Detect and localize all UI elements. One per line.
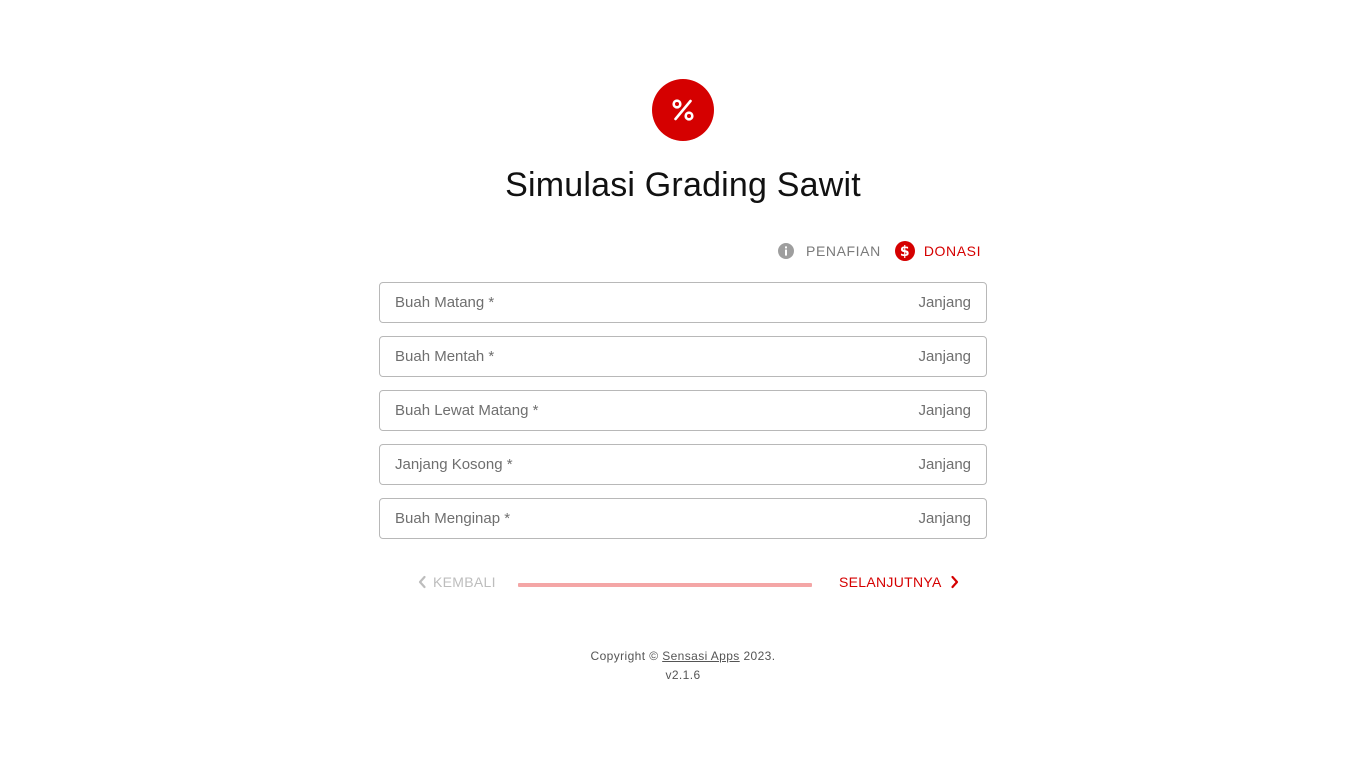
buah-mentah-field[interactable]: Janjang bbox=[379, 336, 987, 377]
unit-label: Janjang bbox=[918, 294, 971, 311]
disclaimer-label: PENAFIAN bbox=[806, 243, 881, 259]
logo bbox=[652, 79, 714, 141]
janjang-kosong-input[interactable] bbox=[395, 456, 919, 473]
info-icon bbox=[777, 242, 795, 260]
chevron-left-icon bbox=[418, 575, 426, 589]
page: Simulasi Grading Sawit PENAFIAN $ DONASI bbox=[0, 0, 1366, 768]
dollar-circle-icon: $ bbox=[894, 241, 915, 261]
donate-label: DONASI bbox=[923, 243, 982, 259]
svg-text:$: $ bbox=[900, 244, 910, 260]
buah-matang-field[interactable]: Janjang bbox=[379, 282, 987, 323]
progress-bar bbox=[518, 583, 812, 587]
buah-lewat-matang-input[interactable] bbox=[395, 402, 919, 419]
buah-lewat-matang-field[interactable]: Janjang bbox=[379, 390, 987, 431]
unit-label: Janjang bbox=[918, 402, 971, 419]
grading-form: Janjang Janjang Janjang Janjang Janjang bbox=[379, 282, 987, 552]
copyright-prefix: Copyright © bbox=[590, 649, 659, 663]
chevron-right-icon bbox=[951, 575, 958, 589]
buah-matang-input[interactable] bbox=[395, 294, 919, 311]
unit-label: Janjang bbox=[918, 456, 971, 473]
janjang-kosong-field[interactable]: Janjang bbox=[379, 444, 987, 485]
stepper: KEMBALI SELANJUTNYA bbox=[379, 574, 987, 596]
unit-label: Janjang bbox=[918, 510, 971, 527]
copyright-year: 2023. bbox=[743, 649, 776, 663]
unit-label: Janjang bbox=[918, 348, 971, 365]
percent-icon bbox=[672, 99, 694, 121]
next-label: SELANJUTNYA bbox=[839, 574, 942, 590]
buah-menginap-field[interactable]: Janjang bbox=[379, 498, 987, 539]
version-label: v2.1.6 bbox=[665, 668, 701, 682]
company-link[interactable]: Sensasi Apps bbox=[662, 649, 740, 663]
back-button[interactable]: KEMBALI bbox=[417, 574, 496, 590]
disclaimer-button[interactable]: PENAFIAN bbox=[776, 242, 881, 260]
header-links: PENAFIAN $ DONASI bbox=[776, 239, 981, 263]
buah-mentah-input[interactable] bbox=[395, 348, 919, 365]
footer: Copyright © Sensasi Apps 2023. v2.1.6 bbox=[0, 648, 1366, 683]
buah-menginap-input[interactable] bbox=[395, 510, 919, 527]
page-title: Simulasi Grading Sawit bbox=[505, 166, 861, 204]
back-label: KEMBALI bbox=[433, 574, 496, 590]
copyright: Copyright © Sensasi Apps 2023. bbox=[0, 648, 1366, 664]
next-button[interactable]: SELANJUTNYA bbox=[839, 574, 960, 590]
donate-button[interactable]: $ DONASI bbox=[894, 241, 982, 261]
